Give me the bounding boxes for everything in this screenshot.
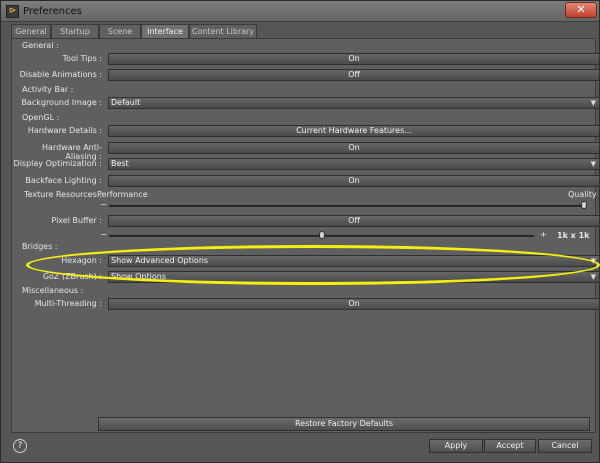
- section-opengl: OpenGL :: [22, 113, 60, 122]
- display-optimization-value: Best: [111, 159, 129, 168]
- disable-animations-toggle[interactable]: Off: [108, 69, 600, 81]
- multithreading-toggle[interactable]: On: [108, 298, 600, 310]
- apply-button[interactable]: Apply: [429, 439, 483, 453]
- texture-minus-icon: −: [100, 200, 107, 209]
- pixel-buffer-size: 1k x 1k: [557, 231, 590, 240]
- tab-content-library[interactable]: Content Library: [189, 24, 257, 38]
- help-icon: ?: [17, 441, 23, 451]
- background-image-value: Default: [111, 98, 141, 107]
- chevron-down-icon: ▼: [590, 99, 596, 107]
- close-button[interactable]: ✕: [565, 2, 597, 18]
- section-miscellaneous: Miscellaneous :: [22, 286, 84, 295]
- accept-button[interactable]: Accept: [484, 439, 536, 453]
- section-bridges: Bridges :: [22, 242, 58, 251]
- cancel-button[interactable]: Cancel: [538, 439, 592, 453]
- chevron-down-icon: ▼: [590, 160, 596, 168]
- display-optimization-label: Display Optimization :: [13, 159, 102, 168]
- highlight-ellipse: [26, 245, 600, 285]
- backface-lighting-label: Backface Lighting :: [25, 176, 102, 185]
- texture-performance-label: Performance: [97, 190, 148, 199]
- help-button[interactable]: ?: [13, 439, 27, 453]
- tooltips-label: Tool Tips :: [62, 54, 102, 63]
- restore-defaults-button[interactable]: Restore Factory Defaults: [98, 417, 590, 431]
- texture-quality-label: Quality: [568, 190, 597, 199]
- display-optimization-select[interactable]: Best ▼: [108, 158, 600, 170]
- multithreading-label: Multi-Threading :: [34, 299, 102, 308]
- tab-general[interactable]: General: [11, 24, 51, 38]
- app-icon: ⊳: [6, 5, 19, 18]
- texture-resources-label: Texture Resources :: [24, 190, 102, 199]
- background-image-label: Background Image :: [21, 98, 102, 107]
- pixel-minus-icon: −: [100, 230, 107, 239]
- section-general: General :: [22, 41, 59, 50]
- window-title: Preferences: [23, 6, 82, 17]
- background-image-select[interactable]: Default ▼: [108, 97, 600, 109]
- pixel-buffer-label: Pixel Buffer :: [51, 216, 102, 225]
- pixel-plus-icon: +: [540, 230, 547, 239]
- chevron-down-icon: ▼: [590, 273, 596, 281]
- close-icon: ✕: [576, 3, 586, 16]
- pixel-buffer-toggle[interactable]: Off: [108, 215, 600, 227]
- section-activity-bar: Activity Bar :: [22, 85, 74, 94]
- hardware-details-label: Hardware Details :: [27, 126, 102, 135]
- hardware-details-button[interactable]: Current Hardware Features...: [108, 125, 600, 137]
- texture-slider-thumb[interactable]: [580, 201, 587, 209]
- disable-animations-label: Disable Animations :: [19, 70, 102, 79]
- tab-startup[interactable]: Startup: [51, 24, 99, 38]
- tab-interface[interactable]: Interface: [141, 24, 189, 39]
- pixel-buffer-slider-thumb[interactable]: [318, 231, 325, 239]
- interface-panel: General : Tool Tips : On Disable Animati…: [11, 38, 600, 433]
- title-bar: ⊳ Preferences ✕: [1, 1, 599, 22]
- texture-slider-track[interactable]: [109, 205, 586, 207]
- backface-lighting-toggle[interactable]: On: [108, 175, 600, 187]
- hardware-aa-toggle[interactable]: On: [108, 142, 600, 154]
- tab-scene[interactable]: Scene: [99, 24, 141, 38]
- tooltips-toggle[interactable]: On: [108, 53, 600, 65]
- preferences-window: ⊳ Preferences ✕ General Startup Scene In…: [0, 0, 600, 463]
